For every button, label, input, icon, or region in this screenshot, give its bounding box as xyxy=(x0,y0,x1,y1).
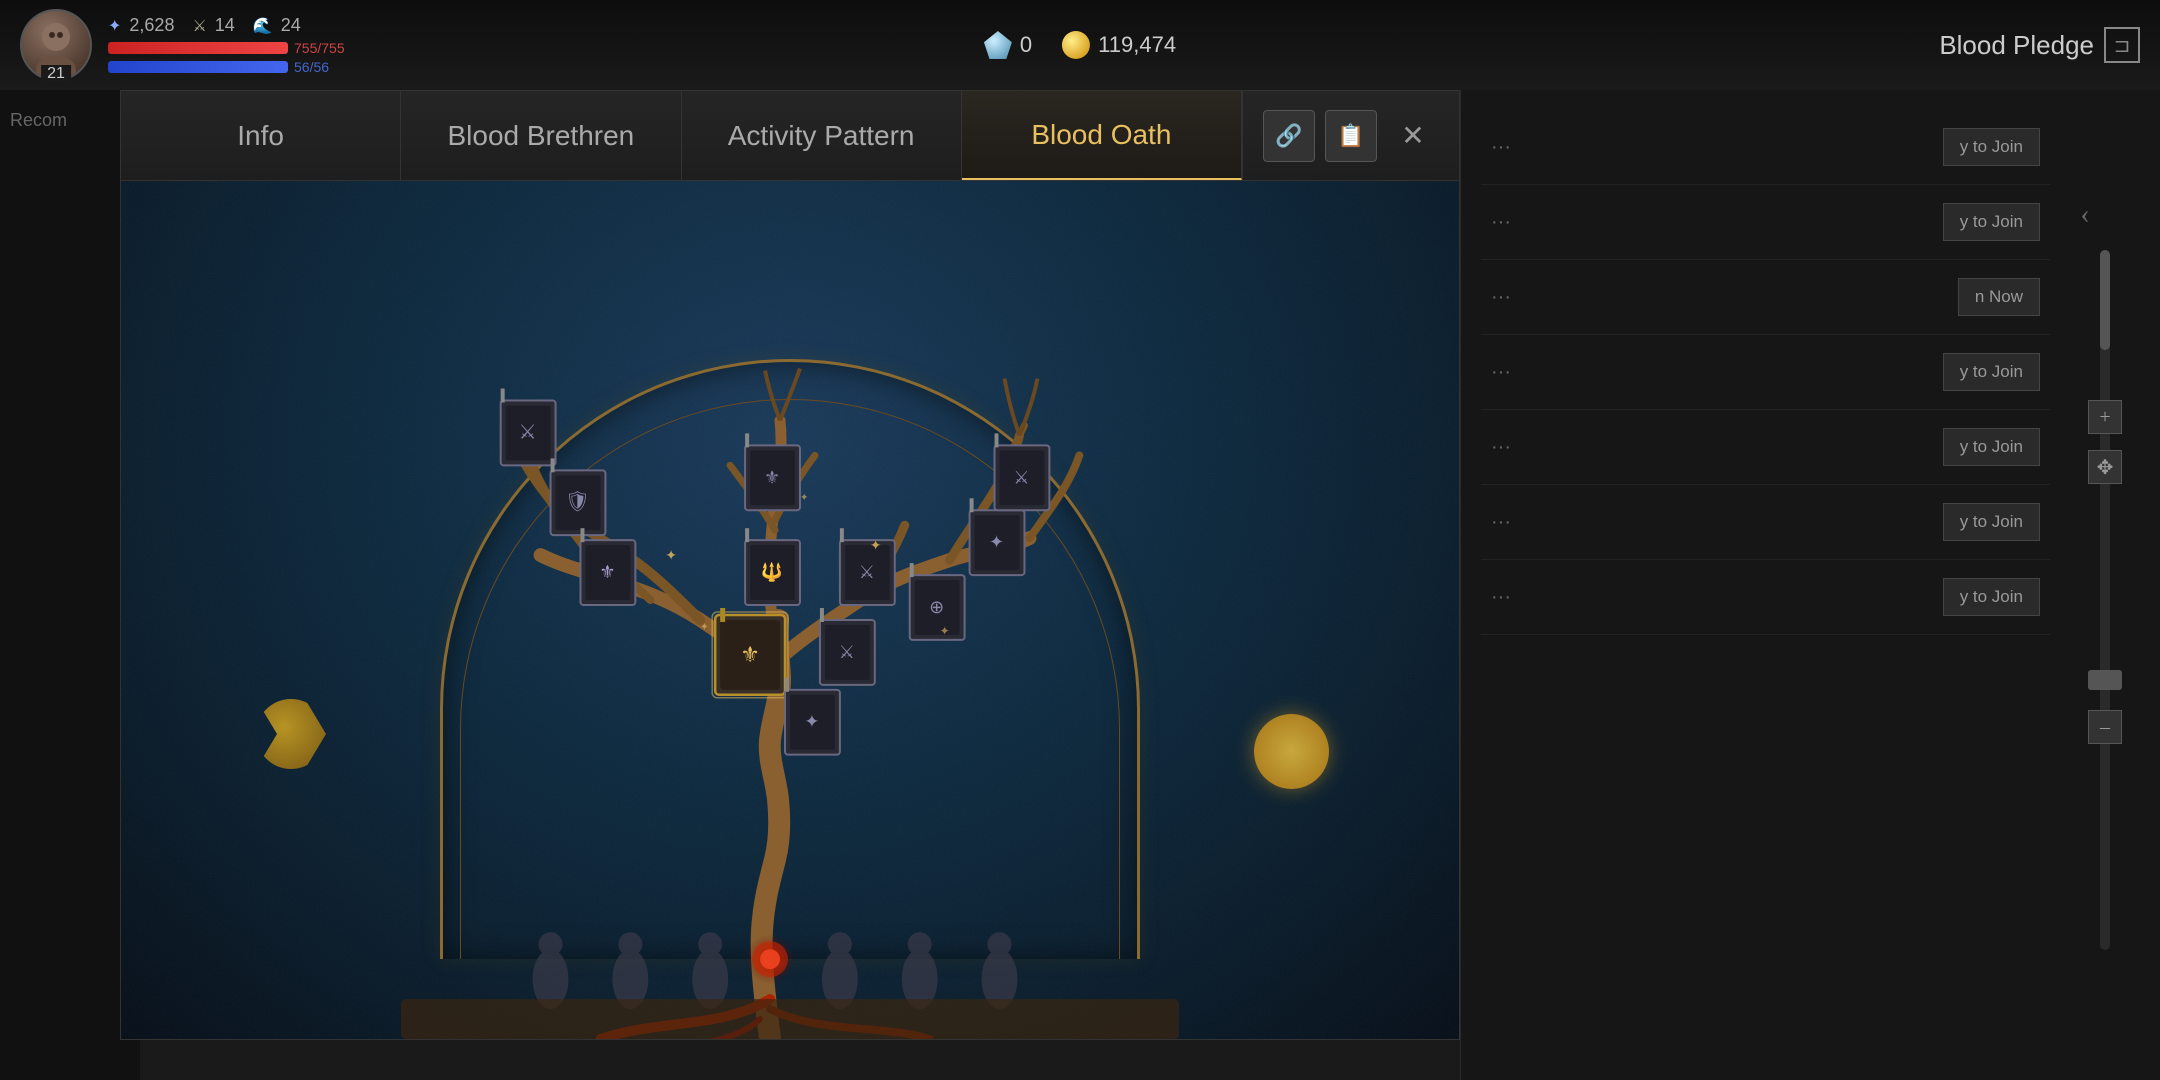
scroll-track[interactable] xyxy=(2100,250,2110,950)
left-sidebar: Recom xyxy=(0,90,140,1080)
svg-text:⚔: ⚔ xyxy=(859,562,875,582)
gem-icon xyxy=(984,31,1012,59)
svg-text:⚔: ⚔ xyxy=(519,421,537,443)
svg-text:⚜: ⚜ xyxy=(764,467,780,487)
list-item: ··· y to Join xyxy=(1481,560,2050,635)
player-level: 21 xyxy=(41,65,71,83)
tab-action-buttons: 🔗 📋 ✕ xyxy=(1242,91,1459,180)
list-item: ··· y to Join xyxy=(1481,335,2050,410)
back-arrow-icon: ‹ xyxy=(2080,199,2089,231)
pan-icon: ✥ xyxy=(2097,455,2114,480)
tab-blood-brethren[interactable]: Blood Brethren xyxy=(401,91,681,180)
right-sidebar-inner: ‹ ··· y to Join ··· y to Join ··· n Now xyxy=(1461,90,2160,1080)
join-button-3[interactable]: n Now xyxy=(1958,278,2040,316)
svg-text:✦: ✦ xyxy=(800,492,808,503)
list-item: ··· n Now xyxy=(1481,260,2050,335)
svg-text:🔱: 🔱 xyxy=(761,561,783,582)
right-list: ··· y to Join ··· y to Join ··· n Now ··… xyxy=(1461,90,2070,1080)
speed-icon: 🌊 xyxy=(253,16,273,36)
list-item: ··· y to Join xyxy=(1481,185,2050,260)
svg-text:⚜: ⚜ xyxy=(740,642,760,667)
mp-text: 56/56 xyxy=(294,59,329,75)
attack-value: 2,628 xyxy=(129,15,174,36)
plus-icon: + xyxy=(2099,406,2110,429)
zoom-minus-button[interactable]: – xyxy=(2088,710,2122,744)
list-item-4-text: ··· xyxy=(1491,361,1511,384)
share-action-button[interactable]: 📋 xyxy=(1325,110,1377,162)
minus-icon: – xyxy=(2100,716,2110,739)
close-tab-button[interactable]: ✕ xyxy=(1387,110,1439,162)
list-item-7-text: ··· xyxy=(1491,586,1511,609)
right-sidebar: ‹ ··· y to Join ··· y to Join ··· n Now xyxy=(1460,90,2160,1080)
list-item-5-text: ··· xyxy=(1491,436,1511,459)
link-icon: 🔗 xyxy=(1275,123,1302,149)
svg-text:✦: ✦ xyxy=(870,539,882,554)
blood-oath-tree-svg: ⚔ 🛡 ⚜ xyxy=(121,181,1459,1039)
list-item-1-text: ··· xyxy=(1491,136,1511,159)
join-button-2[interactable]: y to Join xyxy=(1943,203,2040,241)
gold-currency: 119,474 xyxy=(1062,31,1176,59)
defense-icon: ⚔ xyxy=(192,16,206,36)
svg-text:🛡: 🛡 xyxy=(565,491,590,513)
scroll-thumb-mid[interactable] xyxy=(2088,670,2122,690)
svg-text:⊕: ⊕ xyxy=(929,597,944,617)
gem-count: 0 xyxy=(1020,32,1032,58)
pan-button[interactable]: ✥ xyxy=(2088,450,2122,484)
top-hud: 21 ✦ 2,628 ⚔ 14 🌊 24 755/755 xyxy=(0,0,2160,90)
tab-info[interactable]: Info xyxy=(121,91,401,180)
link-action-button[interactable]: 🔗 xyxy=(1263,110,1315,162)
zoom-plus-button[interactable]: + xyxy=(2088,400,2122,434)
blood-pledge-exit-icon: ⊐ xyxy=(2104,27,2140,63)
list-item: ··· y to Join xyxy=(1481,110,2050,185)
tab-content-blood-oath: ⚔ 🛡 ⚜ xyxy=(121,181,1459,1039)
scroll-thumb[interactable] xyxy=(2100,250,2110,350)
tab-bar: Info Blood Brethren Activity Pattern Blo… xyxy=(121,91,1459,181)
list-item-3-text: ··· xyxy=(1491,286,1511,309)
join-button-6[interactable]: y to Join xyxy=(1943,503,2040,541)
blood-oath-tree-canvas: ⚔ 🛡 ⚜ xyxy=(121,181,1459,1039)
mp-bar-track xyxy=(108,61,288,73)
speed-value: 24 xyxy=(281,15,301,36)
list-item-6-text: ··· xyxy=(1491,511,1511,534)
attack-icon: ✦ xyxy=(108,16,121,36)
join-button-1[interactable]: y to Join xyxy=(1943,128,2040,166)
join-button-7[interactable]: y to Join xyxy=(1943,578,2040,616)
svg-text:⚔: ⚔ xyxy=(1013,467,1029,487)
main-panel: Info Blood Brethren Activity Pattern Blo… xyxy=(120,90,1460,1040)
mp-bar-fill xyxy=(108,61,288,73)
list-item: ··· y to Join xyxy=(1481,485,2050,560)
svg-text:✦: ✦ xyxy=(700,622,708,633)
svg-text:✦: ✦ xyxy=(804,712,819,732)
defense-value: 14 xyxy=(215,15,235,36)
tab-activity-pattern[interactable]: Activity Pattern xyxy=(682,91,962,180)
join-button-4[interactable]: y to Join xyxy=(1943,353,2040,391)
blood-pledge-label: Blood Pledge xyxy=(1939,30,2094,61)
hp-bar-track xyxy=(108,42,288,54)
blood-pledge-button[interactable]: Blood Pledge ⊐ xyxy=(1939,27,2140,63)
svg-text:✦: ✦ xyxy=(989,532,1004,552)
close-icon: ✕ xyxy=(1401,119,1424,153)
gold-icon xyxy=(1062,31,1090,59)
list-item-2-text: ··· xyxy=(1491,211,1511,234)
gem-currency: 0 xyxy=(984,31,1032,59)
gold-count: 119,474 xyxy=(1098,32,1176,58)
svg-text:✦: ✦ xyxy=(665,549,677,564)
currency-section: 0 119,474 xyxy=(984,31,1176,59)
svg-text:✦: ✦ xyxy=(940,624,950,638)
hp-text: 755/755 xyxy=(294,40,345,56)
hp-bar-fill xyxy=(108,42,288,54)
list-item: ··· y to Join xyxy=(1481,410,2050,485)
tab-blood-oath[interactable]: Blood Oath xyxy=(962,91,1242,180)
share-icon: 📋 xyxy=(1337,123,1364,149)
player-stats: ✦ 2,628 ⚔ 14 🌊 24 755/755 56/56 xyxy=(108,15,345,75)
join-button-5[interactable]: y to Join xyxy=(1943,428,2040,466)
svg-text:⚔: ⚔ xyxy=(839,642,855,662)
svg-text:⚜: ⚜ xyxy=(599,562,615,582)
sidebar-recommend-label: Recom xyxy=(0,90,140,151)
